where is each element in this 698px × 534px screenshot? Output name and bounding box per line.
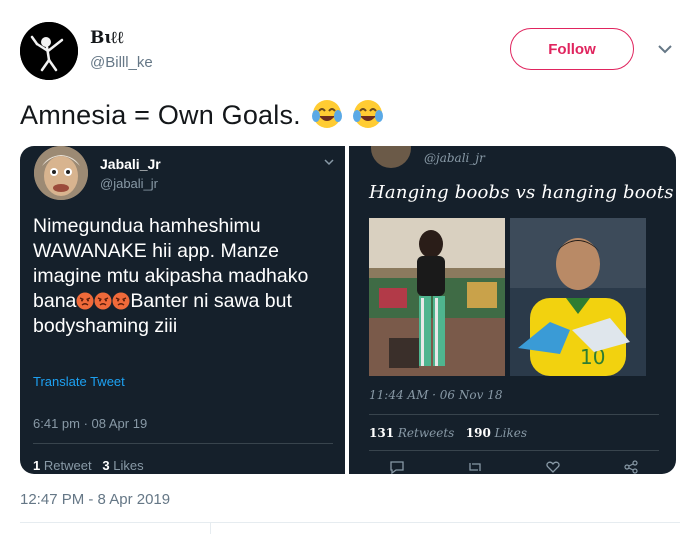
divider [369,450,659,451]
retweet-count: 131 [369,426,395,440]
left-author-name: Jabali_Jr [100,156,161,172]
caricature-face-icon [34,146,88,200]
divider [210,523,211,534]
divider [369,414,659,415]
author-name[interactable]: Bɩℓℓ [90,28,124,48]
angry-face-icon [76,292,94,310]
dabbing-skeleton-icon [20,22,78,80]
like-label: Likes [113,458,144,473]
author-handle[interactable]: @Billl_ke [90,54,153,71]
like-count: 3 [102,458,110,473]
left-author-handle: @jabali_jr [100,176,158,191]
footballer-photo-image: 10 [510,218,646,376]
media-attachment[interactable]: Jabali_Jr @jabali_jr Nimegundua hamheshi… [20,146,676,474]
retweet-label: Retweet [43,458,92,473]
like-label: Likes [494,426,527,440]
author-avatar[interactable] [20,22,78,80]
left-screenshot-panel: Jabali_Jr @jabali_jr Nimegundua hamheshi… [20,146,345,474]
jabali-avatar [371,146,411,168]
like-count: 190 [465,426,491,440]
translate-tweet-link: Translate Tweet [33,374,125,389]
tweet-body: Amnesia = Own Goals. [20,100,301,130]
right-author-handle: @jabali_jr [424,151,485,165]
like-icon [545,460,561,474]
jabali-avatar [34,146,88,200]
right-tweet-stats: 131 Retweets 190 Likes [369,426,527,440]
divider [20,522,680,523]
right-action-bar [389,460,639,474]
footballer-photo: 10 [510,218,646,376]
right-screenshot-panel: @jabali_jr Hanging boobs vs hanging boot… [349,146,676,474]
chevron-down-icon [324,159,334,166]
right-tweet-time: 11:44 AM · 06 Nov 18 [369,388,503,402]
left-tweet-time: 6:41 pm · 08 Apr 19 [33,416,148,431]
angry-face-icon [94,292,112,310]
retweet-label: Retweets [397,426,455,440]
face-with-tears-of-joy-icon [353,100,384,128]
tweet-text: Amnesia = Own Goals. [20,98,384,131]
share-icon [623,460,639,474]
woman-photo [369,218,505,376]
chevron-down-icon[interactable] [656,40,674,58]
face-with-tears-of-joy-icon [311,100,342,128]
tweet-timestamp[interactable]: 12:47 PM - 8 Apr 2019 [20,491,170,508]
divider [33,443,333,444]
angry-face-icon [112,292,130,310]
follow-button[interactable]: Follow [510,28,634,70]
left-tweet-text: Nimegundua hamheshimu WAWANAKE hii app. … [33,214,338,339]
woman-photo-image [369,218,505,376]
retweet-icon [467,460,483,474]
tweet-header: Bɩℓℓ @Billl_ke Follow [20,22,680,82]
retweet-count: 1 [33,458,41,473]
right-tweet-text: Hanging boobs vs hanging boots [369,182,674,203]
left-tweet-stats: 1 Retweet 3 Likes [33,458,144,473]
reply-icon [389,460,405,474]
